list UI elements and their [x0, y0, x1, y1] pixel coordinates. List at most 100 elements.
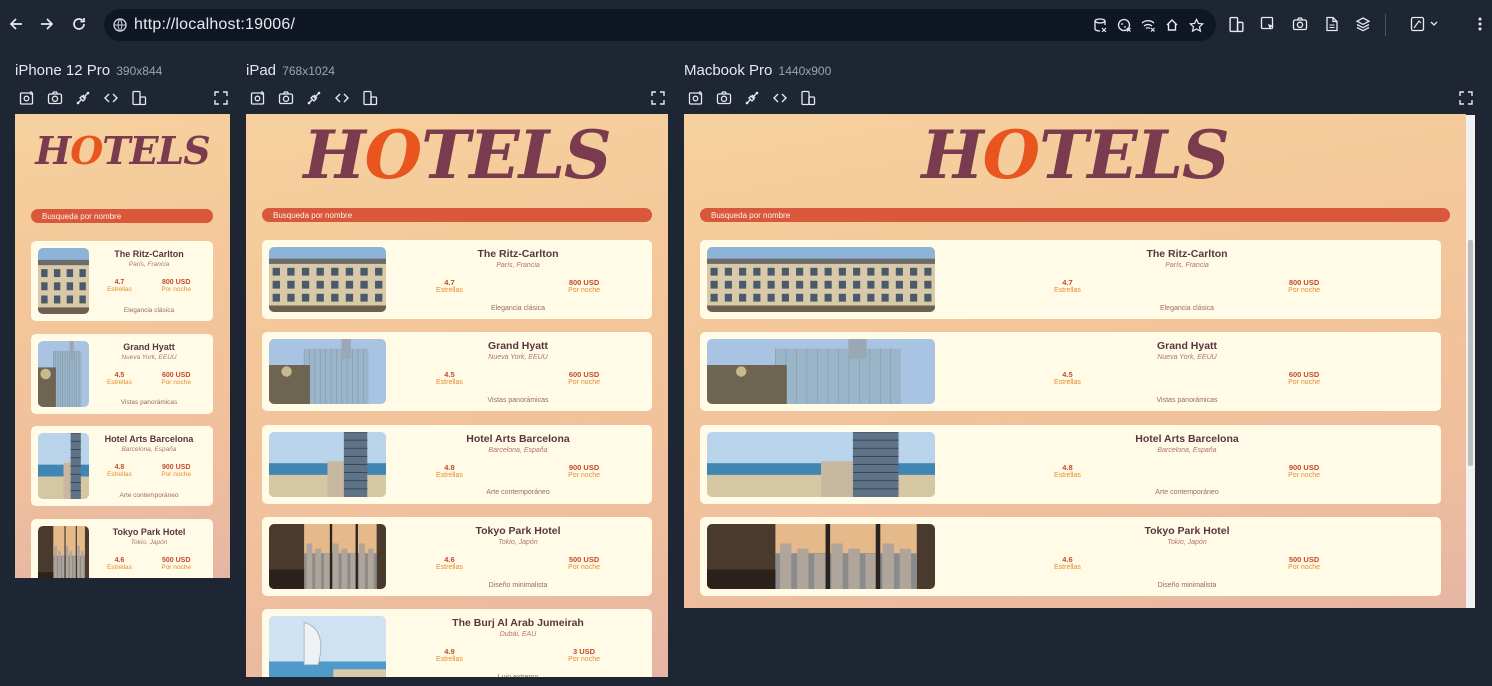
hotel-card[interactable]: Grand Hyatt Nueva York, EEUU 4.5 Estrellas 6… [262, 332, 652, 412]
sync-link-icon[interactable] [74, 89, 92, 107]
screenshot-camera-icon[interactable] [1291, 15, 1309, 33]
price-label: Por noche [568, 286, 600, 294]
hotel-card[interactable]: Tokyo Park Hotel Tokio, Japón 4.6 Estrellas… [700, 516, 1441, 596]
hotel-card[interactable]: Grand Hyatt Nueva York, EEUU 4.5 Estrellas 6… [700, 332, 1441, 412]
address-bar[interactable]: http://localhost:19006/ [104, 9, 1216, 41]
capture-area-icon[interactable] [687, 89, 705, 107]
database-off-icon[interactable] [1092, 17, 1108, 33]
ipad-viewport: HOTELS Busqueda por nombre The Ritz-Carlto… [246, 114, 668, 677]
device-dims: 1440x900 [778, 64, 832, 78]
rating-label: Estrellas [1054, 563, 1081, 571]
hotel-stats: 4.8 Estrellas 900 USD Por noche [392, 463, 644, 479]
rating-label: Estrellas [436, 656, 463, 664]
hotel-card[interactable]: Hotel Arts Barcelona Barcelona, España 4.8… [700, 424, 1441, 504]
home-icon[interactable] [1164, 17, 1180, 33]
wifi-off-icon[interactable] [1140, 17, 1156, 33]
price-value: 3 USD [572, 647, 596, 657]
sync-link-icon[interactable] [743, 89, 761, 107]
hotel-card[interactable]: Hotel Arts Barcelona Barcelona, España 4.8… [31, 426, 213, 506]
device-name: iPhone 12 Pro [15, 62, 111, 79]
price-value: 900 USD [161, 464, 191, 472]
hotel-card[interactable]: The Ritz-Carlton París, Francia 4.7 Estrell… [700, 240, 1441, 319]
rating-stat: 4.5 Estrellas [436, 370, 463, 386]
hotel-info: The Ritz-Carlton París, Francia 4.7 Estrell… [942, 240, 1432, 319]
site-info-icon[interactable] [112, 17, 128, 33]
fullscreen-icon[interactable] [1457, 89, 1475, 107]
reload-button[interactable] [67, 12, 91, 36]
device-name: iPad [246, 62, 277, 79]
url-text[interactable]: http://localhost:19006/ [134, 16, 295, 34]
bookmark-star-icon[interactable] [1188, 17, 1204, 33]
hotel-card[interactable]: The Ritz-Carlton París, Francia 4.7 Estrell… [31, 241, 213, 321]
hotel-card[interactable]: Grand Hyatt Nueva York, EEUU 4.5 Estrellas 6… [31, 333, 213, 414]
rating-stat: 4.8 Estrellas [1054, 463, 1081, 479]
hotel-card[interactable]: The Ritz-Carlton París, Francia 4.7 Estrell… [262, 240, 652, 319]
rotate-device-icon[interactable] [130, 89, 148, 107]
rating-stat: 4.8 Estrellas [107, 464, 132, 478]
forward-button[interactable] [35, 12, 59, 36]
rotate-device-icon[interactable] [799, 89, 817, 107]
hotel-stats: 4.5 Estrellas 600 USD Por noche [392, 370, 644, 386]
price-value: 800 USD [1288, 277, 1320, 287]
rotate-device-icon[interactable] [361, 89, 379, 107]
cookie-off-icon[interactable] [1116, 17, 1132, 33]
hotel-stats: 4.6 Estrellas 500 USD Por noche [942, 555, 1432, 571]
hotel-image [707, 523, 935, 589]
hotel-description: Vistas panorámicas [487, 397, 549, 405]
search-input[interactable]: Busqueda por nombre [262, 208, 652, 222]
search-input[interactable]: Busqueda por nombre [31, 209, 213, 223]
price-label: Por noche [568, 656, 600, 664]
hotel-card[interactable]: Tokyo Park Hotel Tokio, Japón 4.6 Estrellas… [31, 518, 213, 578]
rating-label: Estrellas [1054, 379, 1081, 387]
hotel-location: Barcelona, España [1157, 446, 1217, 454]
hotel-image [38, 340, 89, 407]
more-menu-icon[interactable] [1471, 15, 1489, 33]
layers-icon[interactable] [1354, 15, 1372, 33]
screenshot-icon[interactable] [715, 89, 733, 107]
rating-label: Estrellas [107, 471, 132, 479]
hotel-name: Hotel Arts Barcelona [466, 432, 570, 445]
code-icon[interactable] [102, 89, 120, 107]
macbook-scrollbar-thumb[interactable] [1468, 240, 1473, 466]
hotel-info: Grand Hyatt Nueva York, EEUU 4.5 Estrellas 6… [392, 332, 644, 411]
hotel-stats: 4.9 Estrellas 3 USD Por noche [392, 647, 644, 663]
rating-stat: 4.9 Estrellas [436, 647, 463, 663]
hotel-card[interactable]: Tokyo Park Hotel Tokio, Japón 4.6 Estrellas… [262, 516, 652, 596]
document-icon[interactable] [1323, 15, 1341, 33]
capture-area-icon[interactable] [249, 89, 267, 107]
hotel-card[interactable]: The Burj Al Arab Jumeirah Dubái, EAU 4.9 Es… [262, 609, 652, 677]
cursor-select-icon[interactable] [1259, 15, 1277, 33]
hotel-info: Grand Hyatt Nueva York, EEUU 4.5 Estrellas 6… [93, 334, 205, 414]
logo-rest: TELS [102, 128, 210, 173]
hotel-info: Hotel Arts Barcelona Barcelona, España 4.8… [392, 425, 644, 504]
code-icon[interactable] [771, 89, 789, 107]
hotel-location: Nueva York, EEUU [121, 353, 177, 361]
rating-label: Estrellas [107, 378, 132, 386]
hotel-card[interactable]: Hotel Arts Barcelona Barcelona, España 4.8… [262, 424, 652, 504]
extension-menu-button[interactable] [1409, 15, 1441, 33]
hotel-image [38, 525, 89, 578]
fullscreen-icon[interactable] [212, 89, 230, 107]
search-placeholder: Busqueda por nombre [711, 210, 791, 220]
responsive-viewer-icon[interactable] [1227, 15, 1245, 33]
screenshot-icon[interactable] [277, 89, 295, 107]
price-stat: 600 USD Por noche [568, 370, 600, 386]
price-label: Por noche [1288, 471, 1320, 479]
hotel-info: Hotel Arts Barcelona Barcelona, España 4.8… [942, 425, 1432, 504]
hotel-info: Grand Hyatt Nueva York, EEUU 4.5 Estrellas 6… [942, 332, 1432, 411]
reload-icon [73, 18, 85, 30]
device-title-ipad: iPad 768x1024 [246, 62, 335, 79]
device-title-macbook: Macbook Pro 1440x900 [684, 62, 831, 79]
fullscreen-icon[interactable] [649, 89, 667, 107]
capture-area-icon[interactable] [18, 89, 36, 107]
price-label: Por noche [568, 379, 600, 387]
sync-link-icon[interactable] [305, 89, 323, 107]
hotel-info: Tokyo Park Hotel Tokio, Japón 4.6 Estrellas… [392, 517, 644, 596]
browser-toolbar: http://localhost:19006/ [0, 0, 1492, 50]
search-input[interactable]: Busqueda por nombre [700, 208, 1450, 222]
code-icon[interactable] [333, 89, 351, 107]
rating-value: 4.6 [114, 556, 125, 564]
screenshot-icon[interactable] [46, 89, 64, 107]
back-button[interactable] [4, 12, 28, 36]
price-value: 600 USD [1288, 370, 1320, 380]
